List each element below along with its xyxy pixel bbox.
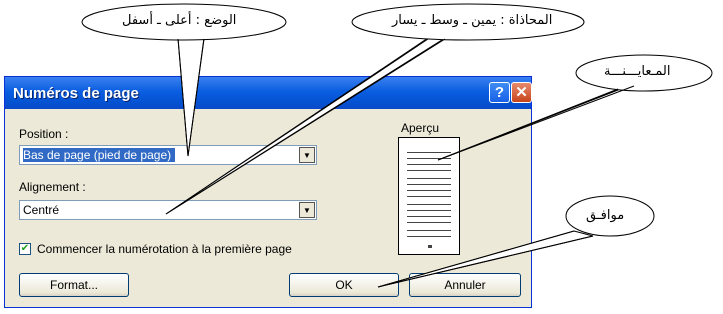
dialog-titlebar[interactable]: Numéros de page ? ✕ — [5, 77, 532, 109]
cancel-button[interactable]: Annuler — [409, 273, 521, 297]
position-label: Position : — [19, 127, 69, 141]
dialog-title: Numéros de page — [13, 85, 139, 102]
callout-preview-text: المـعايـــنـــة — [604, 64, 671, 79]
page-numbers-dialog: Numéros de page ? ✕ Position : Bas de pa… — [4, 76, 532, 308]
preview-label: Aperçu — [401, 121, 440, 135]
dropdown-arrow-icon[interactable]: ▼ — [299, 147, 315, 163]
alignment-label: Alignement : — [19, 180, 86, 194]
callout-position-text: الوضع : أعلى ـ أسفل — [122, 13, 237, 28]
position-value: Bas de page (pied de page) — [23, 148, 176, 162]
callout-alignment-text: المحاذاة : يمين ـ وسط ـ يسار — [392, 13, 553, 28]
callout-ok-text: موافـق — [586, 208, 625, 223]
alignment-value: Centré — [23, 203, 60, 217]
start-numbering-checkbox[interactable]: ✔ — [19, 243, 31, 255]
preview-page — [398, 137, 460, 255]
position-dropdown[interactable]: Bas de page (pied de page) ▼ — [19, 145, 317, 165]
help-icon[interactable]: ? — [489, 82, 510, 103]
start-numbering-label[interactable]: Commencer la numérotation à la première … — [37, 242, 292, 256]
check-icon: ✔ — [20, 243, 30, 254]
alignment-dropdown[interactable]: Centré ▼ — [19, 200, 317, 220]
dropdown-arrow-icon[interactable]: ▼ — [299, 202, 315, 218]
page-number-marker — [428, 245, 432, 248]
ok-button[interactable]: OK — [289, 273, 399, 297]
close-icon[interactable]: ✕ — [511, 82, 532, 103]
format-button[interactable]: Format... — [19, 273, 129, 297]
